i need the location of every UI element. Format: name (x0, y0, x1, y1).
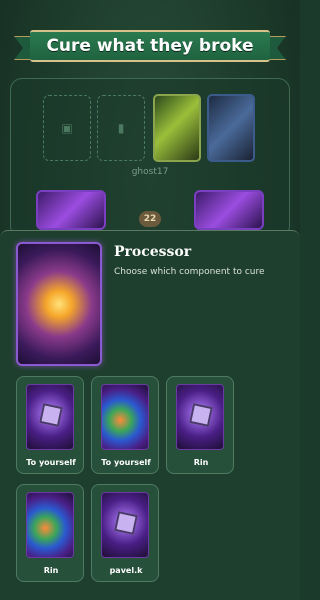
deck-counter-badge: 22 (139, 211, 161, 227)
cure-option-card[interactable]: Rin (166, 376, 234, 474)
option-label: To yourself (26, 458, 76, 467)
page-title: Cure what they broke (46, 36, 254, 56)
hand-card-right[interactable] (194, 190, 264, 230)
option-label: To yourself (101, 458, 151, 467)
armor-card[interactable] (207, 94, 255, 162)
board-owner-name: ghost17 (131, 167, 169, 177)
cure-option-card[interactable]: pavel.k (91, 484, 159, 582)
hand-card-left[interactable] (36, 190, 106, 230)
processor-card-art (176, 384, 224, 450)
processor-card-art (26, 384, 74, 450)
chip-icon (189, 403, 213, 427)
power-slot: ▮ (97, 95, 145, 161)
cure-option-card[interactable]: Rin (16, 484, 84, 582)
chip-icon (114, 511, 138, 535)
cure-option-card[interactable]: To yourself (91, 376, 159, 474)
option-label: pavel.k (109, 566, 143, 575)
option-label: Rin (43, 566, 59, 575)
header-ribbon: Cure what they broke (14, 30, 286, 64)
cure-option-card[interactable]: To yourself (16, 376, 84, 474)
cpu-slot-icon: ▣ (61, 121, 73, 135)
featured-title: Processor (114, 244, 192, 260)
power-slot-icon: ▮ (117, 121, 125, 135)
motherboard-card[interactable] (153, 94, 201, 162)
option-label: Rin (193, 458, 209, 467)
cure-options-grid: To yourself To yourself Rin Rin pavel.k (14, 376, 286, 586)
cpu-slot: ▣ (43, 95, 91, 161)
chip-icon (39, 403, 63, 427)
featured-description: Choose which component to cure (114, 267, 265, 277)
processor-featured-card (16, 242, 102, 366)
ribbon-band: Cure what they broke (30, 30, 270, 62)
mixed-card-art (26, 492, 74, 558)
mixed-card-art (101, 384, 149, 450)
processor-card-art (101, 492, 149, 558)
